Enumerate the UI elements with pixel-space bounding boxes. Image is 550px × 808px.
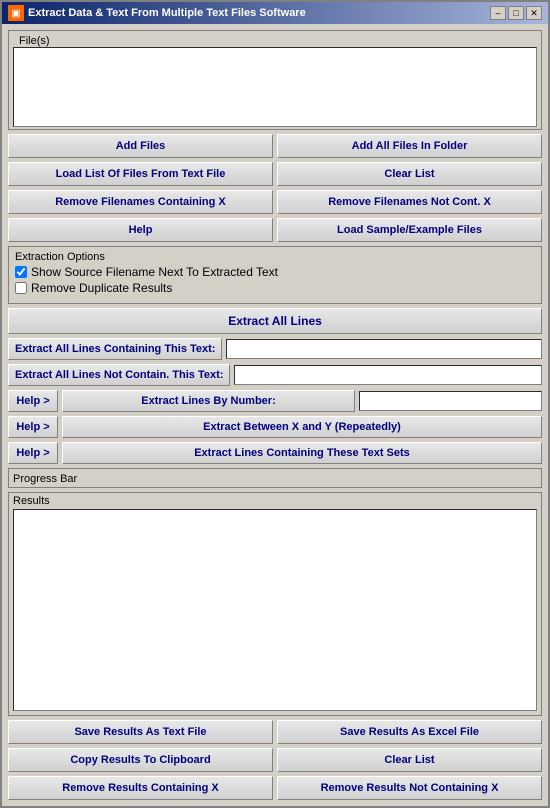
maximize-button[interactable]: □ [508,6,524,20]
copy-clear-row: Copy Results To Clipboard Clear List [8,748,542,772]
add-all-files-button[interactable]: Add All Files In Folder [277,134,542,158]
files-listbox[interactable] [13,47,537,127]
remove-duplicates-checkbox[interactable] [15,282,27,294]
copy-results-button[interactable]: Copy Results To Clipboard [8,748,273,772]
help-sample-row: Help Load Sample/Example Files [8,218,542,242]
remove-filenames-not-containing-button[interactable]: Remove Filenames Not Cont. X [277,190,542,214]
extract-by-number-label-button[interactable]: Extract Lines By Number: [62,390,355,412]
extract-by-number-row: Help > Extract Lines By Number: [8,390,542,412]
clear-list-bottom-button[interactable]: Clear List [277,748,542,772]
progress-label: Progress Bar [13,473,77,485]
extract-not-containing-input[interactable] [234,365,542,385]
extract-not-containing-label-button[interactable]: Extract All Lines Not Contain. This Text… [8,364,230,386]
help-button[interactable]: Help [8,218,273,242]
save-results-text-button[interactable]: Save Results As Text File [8,720,273,744]
bottom-buttons: Save Results As Text File Save Results A… [8,720,542,800]
load-clear-row: Load List Of Files From Text File Clear … [8,162,542,186]
results-textarea[interactable] [13,509,537,711]
add-files-row: Add Files Add All Files In Folder [8,134,542,158]
help1-button[interactable]: Help > [8,390,58,412]
close-button[interactable]: ✕ [526,6,542,20]
show-source-filename-checkbox[interactable] [15,266,27,278]
files-label: File(s) [17,35,52,47]
results-label: Results [13,495,537,507]
remove-duplicates-label: Remove Duplicate Results [31,281,172,295]
save-row: Save Results As Text File Save Results A… [8,720,542,744]
remove-duplicates-row: Remove Duplicate Results [15,281,535,295]
extract-by-number-input[interactable] [359,391,542,411]
extract-text-sets-button[interactable]: Extract Lines Containing These Text Sets [62,442,542,464]
extract-not-containing-row: Extract All Lines Not Contain. This Text… [8,364,542,386]
remove-results-not-containing-button[interactable]: Remove Results Not Containing X [277,776,542,800]
extract-between-row: Help > Extract Between X and Y (Repeated… [8,416,542,438]
main-window: ▣ Extract Data & Text From Multiple Text… [0,0,550,808]
show-source-filename-row: Show Source Filename Next To Extracted T… [15,265,535,279]
extract-containing-input[interactable] [226,339,542,359]
results-group: Results [8,492,542,716]
content-area: File(s) Add Files Add All Files In Folde… [2,24,548,806]
title-buttons: – □ ✕ [490,6,542,20]
extract-all-lines-button[interactable]: Extract All Lines [8,308,542,334]
files-group: File(s) [8,30,542,130]
extract-containing-label-button[interactable]: Extract All Lines Containing This Text: [8,338,222,360]
load-sample-button[interactable]: Load Sample/Example Files [277,218,542,242]
help3-button[interactable]: Help > [8,442,58,464]
window-title: Extract Data & Text From Multiple Text F… [28,7,306,19]
extract-text-sets-row: Help > Extract Lines Containing These Te… [8,442,542,464]
extract-between-button[interactable]: Extract Between X and Y (Repeatedly) [62,416,542,438]
help2-button[interactable]: Help > [8,416,58,438]
title-bar: ▣ Extract Data & Text From Multiple Text… [2,2,548,24]
remove-filenames-containing-button[interactable]: Remove Filenames Containing X [8,190,273,214]
load-list-button[interactable]: Load List Of Files From Text File [8,162,273,186]
remove-filenames-row: Remove Filenames Containing X Remove Fil… [8,190,542,214]
remove-results-containing-button[interactable]: Remove Results Containing X [8,776,273,800]
extraction-options-group: Extraction Options Show Source Filename … [8,246,542,304]
progress-group: Progress Bar [8,468,542,488]
show-source-filename-label: Show Source Filename Next To Extracted T… [31,265,278,279]
clear-list-top-button[interactable]: Clear List [277,162,542,186]
extract-containing-row: Extract All Lines Containing This Text: [8,338,542,360]
minimize-button[interactable]: – [490,6,506,20]
app-icon: ▣ [8,5,24,21]
extraction-options-legend: Extraction Options [15,251,535,263]
save-results-excel-button[interactable]: Save Results As Excel File [277,720,542,744]
title-bar-left: ▣ Extract Data & Text From Multiple Text… [8,5,306,21]
add-files-button[interactable]: Add Files [8,134,273,158]
remove-results-row: Remove Results Containing X Remove Resul… [8,776,542,800]
